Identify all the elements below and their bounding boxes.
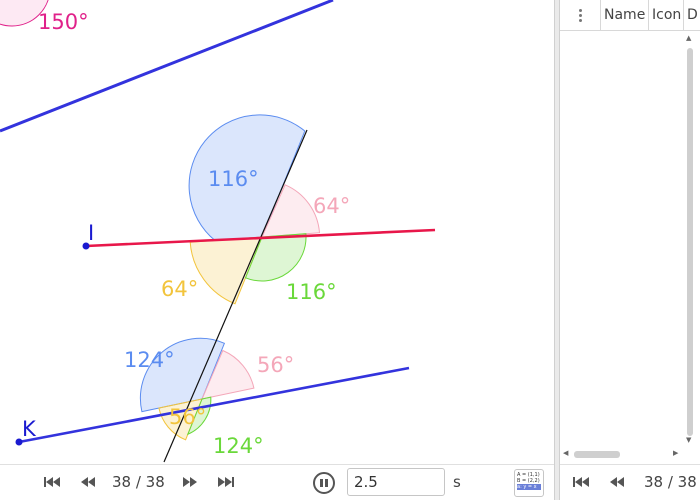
angle-label-k-lower-left: 56° [169, 405, 206, 429]
pause-button[interactable] [313, 472, 335, 494]
vertical-scroll-thumb[interactable] [687, 48, 693, 436]
algebra-toggle-line-3: a: y = x [517, 484, 541, 490]
column-header-description[interactable]: D [683, 0, 700, 31]
step-forward-icon[interactable] [179, 474, 201, 490]
algebra-view-toggle-button[interactable]: A = (1,1) B = (2,2) a: y = x [514, 469, 544, 497]
angle-label-i-lower-right: 116° [286, 280, 337, 304]
horizontal-scrollbar[interactable]: ◀ ▶ [560, 448, 684, 460]
table-header: Name Icon D [560, 0, 700, 31]
scroll-right-icon[interactable]: ▶ [673, 449, 678, 457]
scroll-down-icon[interactable]: ▼ [686, 436, 691, 444]
horizontal-scroll-thumb[interactable] [574, 451, 620, 458]
play-speed-input[interactable] [347, 468, 445, 496]
speed-unit-label: s [453, 473, 461, 491]
column-menu-icon[interactable] [562, 0, 598, 31]
column-header-icon[interactable]: Icon [648, 0, 683, 31]
skip-to-start-icon[interactable] [41, 474, 63, 490]
construction-protocol-panel: Name Icon D ▲ ▼ ◀ ▶ 38 / 38 [560, 0, 700, 500]
angle-label-i-upper-left: 116° [208, 167, 259, 191]
point-label-k: K [22, 417, 37, 441]
table-skip-to-start-icon[interactable] [570, 474, 592, 490]
table-step-counter: 38 / 38 [644, 473, 697, 491]
step-back-icon[interactable] [77, 474, 99, 490]
construction-navigation-bar: 38 / 38 s A = (1,1) B = (2,2) a: y = x [0, 464, 554, 500]
point-label-i: I [88, 221, 94, 245]
scroll-up-icon[interactable]: ▲ [686, 34, 691, 42]
table-step-back-icon[interactable] [606, 474, 628, 490]
angle-label-i-lower-left: 64° [161, 277, 198, 301]
graphics-canvas[interactable]: 150° I K 116° 64° 64° 116° 124° 56° 56° … [0, 0, 554, 464]
scroll-left-icon[interactable]: ◀ [563, 449, 568, 457]
angle-label-k-upper-left: 124° [124, 348, 175, 372]
pause-icon [320, 479, 323, 487]
column-header-name[interactable]: Name [600, 0, 648, 31]
table-navigation-bar: 38 / 38 [560, 464, 700, 500]
angle-label-top: 150° [38, 10, 89, 34]
vertical-scrollbar[interactable]: ▲ ▼ [684, 32, 696, 448]
skip-to-end-icon[interactable] [215, 474, 237, 490]
angle-label-k-upper-right: 56° [257, 353, 294, 377]
angle-label-i-upper-right: 64° [313, 194, 350, 218]
angle-label-k-lower-right: 124° [213, 434, 264, 458]
step-counter: 38 / 38 [112, 473, 165, 491]
